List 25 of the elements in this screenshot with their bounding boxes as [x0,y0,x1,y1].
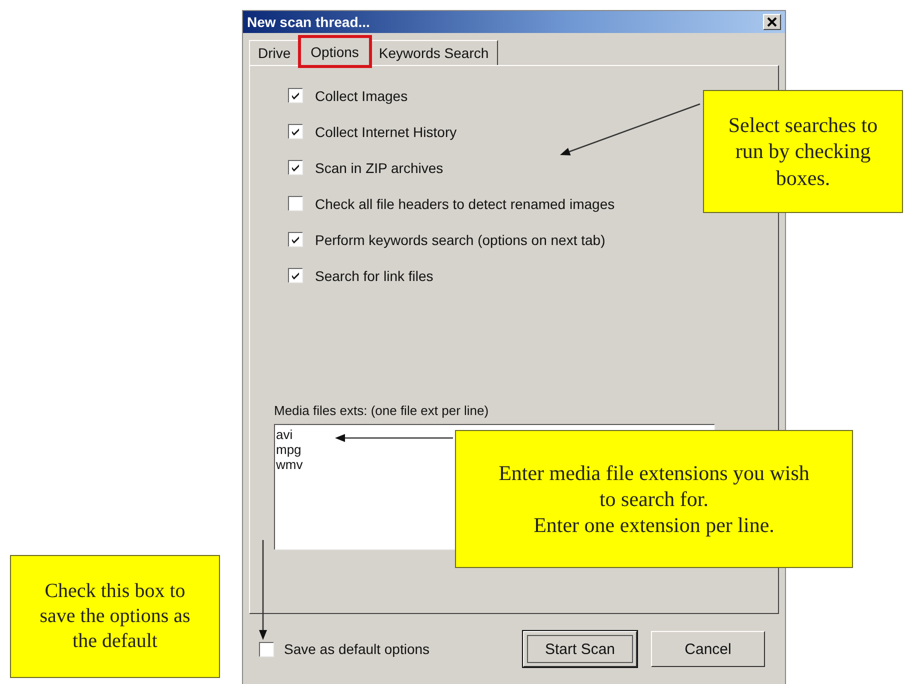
checkbox[interactable] [288,196,303,211]
checkbox[interactable] [288,268,303,283]
callout-tooltip: Check this box to save the options as the default [10,555,220,678]
callout-tooltip: Select searches to run by checking boxes. [703,90,903,213]
checkbox-label: Search for link files [315,268,434,284]
field-label: Media files exts: (one file ext per line) [274,403,490,418]
tab[interactable]: Drive [249,40,300,65]
tab[interactable]: Keywords Search [370,40,498,65]
checkbox[interactable] [288,232,303,247]
window-title: New scan thread... [247,14,370,30]
checkbox-label: Perform keywords search (options on next tab) [315,232,606,248]
tab[interactable]: Options [300,37,370,66]
checkbox[interactable] [288,160,303,175]
checkbox[interactable] [288,88,303,103]
callout-tooltip: Enter media file extensions you wish to search for. Enter one extension per line. [455,430,853,568]
dialog-button[interactable]: Start Scan [523,631,637,667]
checkbox-label: Collect Internet History [315,124,457,140]
checkbox-label: Collect Images [315,88,408,104]
checkbox[interactable] [259,642,274,656]
checkbox-label: Save as default options [284,641,430,657]
checkbox-label: Scan in ZIP archives [315,160,444,176]
checkbox-label: Check all file headers to detect renamed images [315,196,615,212]
checkbox[interactable] [288,124,303,139]
dialog-button[interactable]: Cancel [651,631,765,667]
close-button[interactable] [763,14,781,30]
